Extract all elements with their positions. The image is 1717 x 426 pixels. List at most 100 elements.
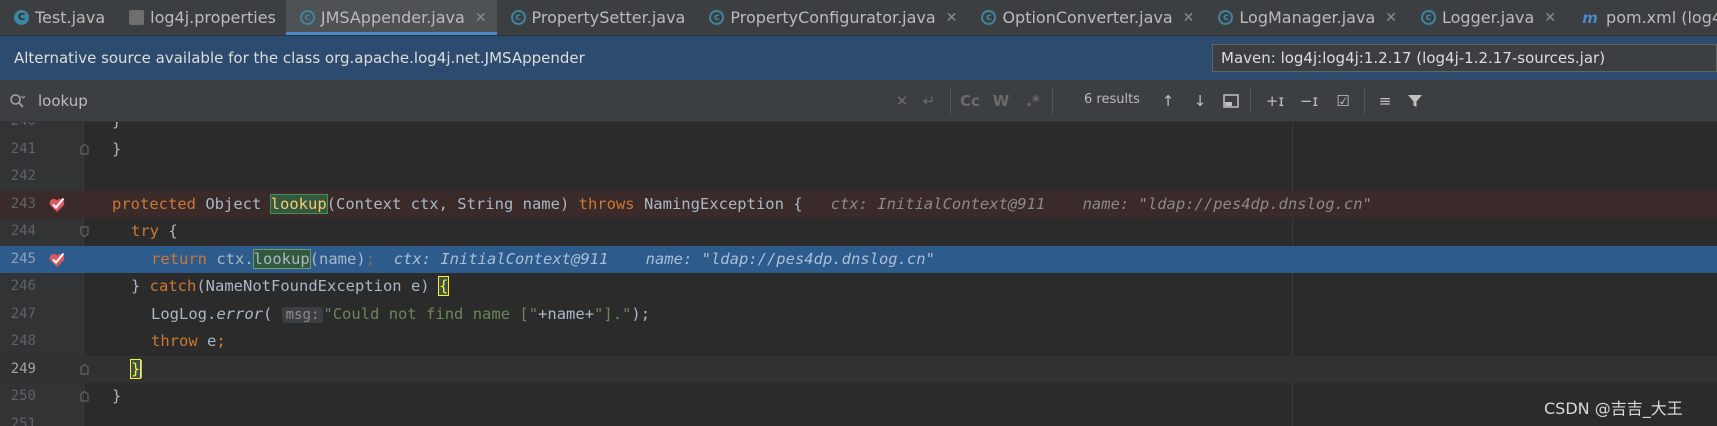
fold-end-icon[interactable] bbox=[80, 391, 89, 402]
tab-propertyconfigurator-java[interactable]: c PropertyConfigurator.java ✕ bbox=[695, 0, 967, 35]
code-segment: { bbox=[159, 222, 178, 240]
tab-log4j-properties[interactable]: log4j.properties bbox=[115, 0, 286, 35]
code-text: } bbox=[129, 358, 143, 379]
semicolon: ; bbox=[365, 249, 376, 268]
tab-logmanager-java[interactable]: c LogManager.java ✕ bbox=[1204, 0, 1407, 35]
close-icon[interactable]: ✕ bbox=[946, 10, 958, 26]
maven-icon: m bbox=[1582, 8, 1598, 27]
tab-label: Logger.java bbox=[1442, 8, 1535, 27]
select-all-occurrences-icon[interactable]: ☑ bbox=[1330, 89, 1356, 113]
tab-optionconverter-java[interactable]: c OptionConverter.java ✕ bbox=[967, 0, 1204, 35]
add-occurrence-icon[interactable]: +ɪ bbox=[1262, 89, 1288, 113]
tab-pom-xml[interactable]: m pom.xml (log4j_RCE) bbox=[1566, 0, 1717, 35]
class-icon: C bbox=[14, 10, 29, 25]
code-line[interactable]: 248 throw e; bbox=[0, 328, 1717, 356]
line-number: 251 bbox=[10, 415, 36, 426]
editor-tab-bar: C Test.java log4j.properties c JMSAppend… bbox=[0, 0, 1717, 36]
filter-icon[interactable] bbox=[1406, 92, 1424, 110]
watermark: CSDN @吉吉_大王 bbox=[1544, 399, 1683, 418]
whole-words-button[interactable]: W bbox=[990, 89, 1012, 113]
code-line-current[interactable]: 249 } bbox=[0, 355, 1717, 383]
code-line[interactable]: 244 try { bbox=[0, 218, 1717, 246]
alternative-source-banner: Alternative source available for the cla… bbox=[0, 36, 1717, 80]
string-literal: "Could not find name [" bbox=[323, 304, 539, 323]
search-results-count: 6 results bbox=[1084, 92, 1140, 107]
line-number: 246 bbox=[10, 278, 36, 294]
code-segment: LogLog. bbox=[151, 304, 217, 323]
code-line[interactable]: 247 LogLog.error( msg: "Could not find na… bbox=[0, 301, 1717, 329]
code-text: } bbox=[112, 387, 122, 405]
tab-propertysetter-java[interactable]: c PropertySetter.java bbox=[497, 0, 696, 35]
tab-label: LogManager.java bbox=[1239, 8, 1376, 27]
search-icon[interactable] bbox=[9, 93, 25, 109]
line-number: 249 bbox=[10, 360, 36, 377]
code-line[interactable]: 242 bbox=[0, 163, 1717, 191]
match-case-button[interactable]: Cc bbox=[958, 89, 982, 113]
open-in-window-icon[interactable] bbox=[1222, 92, 1240, 110]
close-icon[interactable]: ✕ bbox=[1183, 10, 1195, 26]
parameter-hint: msg: bbox=[281, 306, 324, 323]
code-text: } bbox=[112, 139, 122, 158]
tab-label: Test.java bbox=[35, 8, 106, 27]
fold-end-icon[interactable] bbox=[80, 363, 89, 375]
keyword: protected bbox=[112, 194, 196, 213]
tab-test-java[interactable]: C Test.java bbox=[0, 0, 115, 35]
clear-icon[interactable]: ✕ bbox=[892, 89, 912, 113]
code-editor[interactable]: 240 } 241 } 242 243 protected Object loo… bbox=[0, 122, 1717, 426]
selected-source: Maven: log4j:log4j:1.2.17 (log4j-1.2.17-… bbox=[1221, 49, 1606, 67]
class-icon: c bbox=[299, 10, 315, 25]
code-line-execution-point[interactable]: 245 return ctx.lookup(name); ctx: Initia… bbox=[0, 245, 1717, 273]
code-text: protected Object lookup(Context ctx, Str… bbox=[112, 193, 1372, 214]
code-line[interactable]: 250 } bbox=[0, 383, 1717, 411]
line-number: 245 bbox=[10, 250, 36, 267]
code-segment: e bbox=[197, 332, 217, 350]
code-line[interactable]: 240 } bbox=[0, 122, 1717, 136]
line-number: 244 bbox=[10, 223, 36, 239]
tab-label: pom.xml (log4j_RCE) bbox=[1606, 8, 1717, 27]
matched-brace: } bbox=[129, 358, 142, 379]
class-icon: c bbox=[709, 10, 725, 25]
previous-occurrence-icon[interactable]: ↑ bbox=[1156, 89, 1180, 113]
tab-jmsappender-java[interactable]: c JMSAppender.java ✕ bbox=[285, 0, 497, 35]
keyword: throws bbox=[578, 194, 635, 213]
code-segment: Object bbox=[196, 194, 271, 213]
tab-logger-java[interactable]: c Logger.java ✕ bbox=[1407, 0, 1566, 35]
separator bbox=[1052, 88, 1053, 114]
keyword: return bbox=[151, 249, 207, 268]
code-text: return ctx.lookup(name); ctx: InitialCon… bbox=[151, 248, 935, 269]
fold-end-icon[interactable] bbox=[80, 143, 89, 155]
search-input[interactable] bbox=[38, 87, 878, 115]
line-number: 242 bbox=[10, 168, 36, 184]
filter-search-results-icon[interactable]: ≡ bbox=[1372, 89, 1398, 113]
inline-debug-values: ctx: InitialContext@911 name: "ldap://pe… bbox=[830, 194, 1372, 213]
string-literal: "]." bbox=[594, 304, 632, 323]
code-segment: NamingException { bbox=[634, 194, 803, 213]
code-segment: ctx. bbox=[207, 249, 254, 268]
separator bbox=[1364, 88, 1365, 114]
code-segment: } bbox=[131, 277, 150, 295]
class-icon: c bbox=[1218, 10, 1234, 25]
class-icon: c bbox=[1421, 10, 1436, 25]
next-occurrence-icon[interactable]: ↓ bbox=[1188, 89, 1212, 113]
close-icon[interactable]: ✕ bbox=[475, 10, 487, 26]
class-icon: c bbox=[510, 10, 526, 25]
regex-button[interactable]: .* bbox=[1020, 89, 1046, 113]
code-text: throw e; bbox=[151, 332, 226, 350]
new-line-icon[interactable]: ↵ bbox=[918, 89, 940, 113]
close-icon[interactable]: ✕ bbox=[1385, 10, 1397, 26]
code-line[interactable]: 241 } bbox=[0, 136, 1717, 164]
fold-start-icon[interactable] bbox=[80, 226, 89, 237]
line-number: 240 bbox=[0, 122, 36, 129]
method-breakpoint-icon[interactable] bbox=[48, 196, 66, 214]
tab-label: PropertyConfigurator.java bbox=[730, 8, 936, 27]
breakpoint-icon[interactable] bbox=[48, 251, 66, 269]
alternative-source-select[interactable]: Maven: log4j:log4j:1.2.17 (log4j-1.2.17-… bbox=[1212, 44, 1717, 72]
close-icon[interactable]: ✕ bbox=[1544, 10, 1556, 26]
remove-occurrence-icon[interactable]: −ɪ bbox=[1296, 89, 1322, 113]
code-line[interactable]: 251 bbox=[0, 411, 1717, 426]
code-line[interactable]: 246 } catch(NameNotFoundException e) { bbox=[0, 273, 1717, 301]
line-number: 250 bbox=[10, 388, 36, 404]
code-segment: ); bbox=[631, 304, 651, 323]
code-line-breakpoint[interactable]: 243 protected Object lookup(Context ctx,… bbox=[0, 190, 1717, 218]
properties-file-icon bbox=[129, 10, 145, 25]
